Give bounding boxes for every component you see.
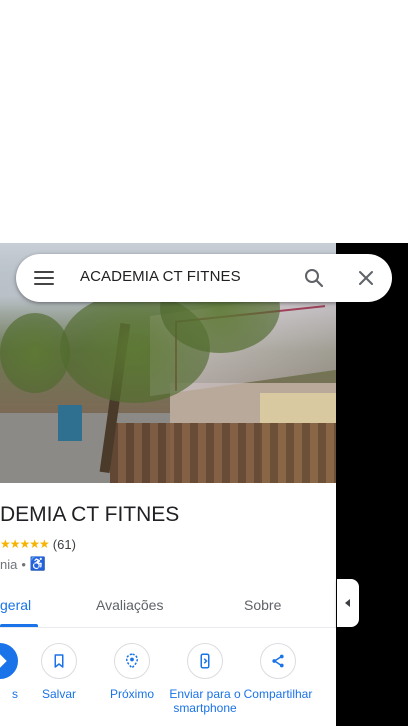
wheelchair-accessible-icon: ♿ [29, 556, 47, 571]
active-tab-indicator [0, 624, 38, 627]
place-tabs: geral Avaliações Sobre [0, 591, 336, 628]
share-label: Compartilhar [243, 687, 313, 701]
place-details-panel: DEMIA CT FITNES ★★★★★ (61) nia • ♿ geral… [0, 483, 336, 726]
place-category: nia [0, 556, 18, 572]
save-label: Salvar [41, 687, 76, 701]
collapse-panel-button[interactable] [337, 579, 359, 627]
close-icon [359, 271, 373, 285]
photo-blue-bin [58, 405, 82, 441]
search-input[interactable]: ACADEMIA CT FITNES [80, 268, 241, 288]
save-button[interactable]: Salvar [19, 643, 99, 701]
rating-row[interactable]: ★★★★★ (61) [0, 536, 76, 552]
tab-about[interactable]: Sobre [244, 597, 281, 613]
search-icon [305, 269, 324, 288]
send-to-phone-button[interactable]: Enviar para o smartphone [165, 643, 245, 715]
directions-icon [0, 643, 18, 679]
place-title: DEMIA CT FITNES [0, 503, 180, 526]
chevron-left-icon [345, 599, 350, 607]
rating-stars: ★★★★★ [0, 537, 50, 551]
send-to-phone-label: Enviar para o smartphone [169, 687, 241, 715]
send-to-phone-icon [187, 643, 223, 679]
photo-fence [110, 423, 336, 483]
nearby-label: Próximo [109, 687, 154, 701]
search-bar[interactable]: ACADEMIA CT FITNES [16, 254, 392, 302]
share-icon [260, 643, 296, 679]
category-row: nia • ♿ [0, 556, 46, 572]
bookmark-icon [41, 643, 77, 679]
separator: • [21, 556, 26, 572]
tab-overview[interactable]: geral [0, 597, 31, 613]
tab-reviews[interactable]: Avaliações [96, 597, 163, 613]
search-button[interactable] [302, 266, 326, 290]
clear-search-button[interactable] [354, 266, 378, 290]
share-button[interactable]: Compartilhar [238, 643, 318, 701]
nearby-button[interactable]: Próximo [92, 643, 172, 701]
review-count[interactable]: (61) [53, 537, 76, 552]
photo-tree [0, 313, 70, 393]
nearby-icon [114, 643, 150, 679]
menu-button[interactable] [32, 268, 56, 288]
